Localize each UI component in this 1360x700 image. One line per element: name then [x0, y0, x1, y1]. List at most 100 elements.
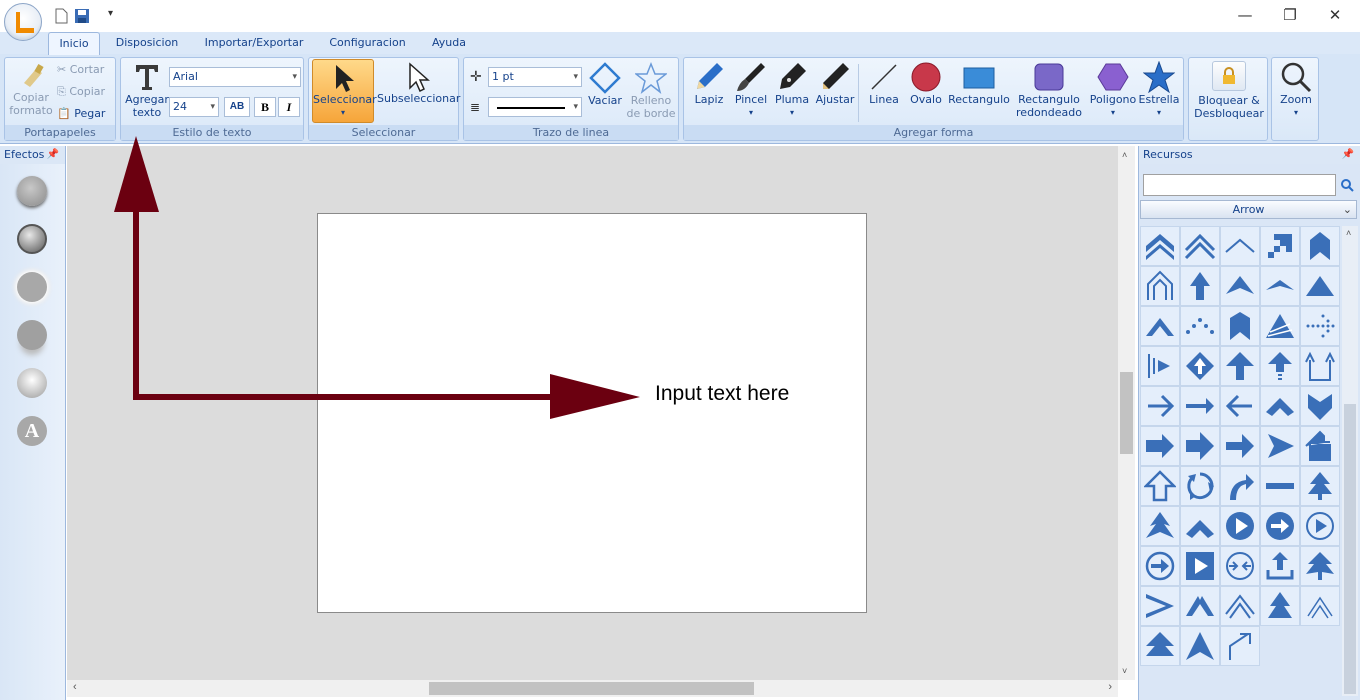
arrow-chevron-bold-icon[interactable] — [1140, 306, 1180, 346]
pen-button[interactable]: Pluma ▾ — [772, 61, 812, 119]
arrow-pine-up-icon[interactable] — [1300, 546, 1340, 586]
resource-category-select[interactable]: Arrow ⌄ — [1140, 200, 1357, 219]
copy-format-button[interactable]: Copiar formato — [7, 61, 55, 117]
app-menu-button[interactable] — [4, 3, 42, 41]
arrow-tree-icon[interactable] — [1140, 506, 1180, 546]
arrow-up-tree-icon[interactable] — [1300, 466, 1340, 506]
rounded-rectangle-button[interactable]: Rectangulo redondeado — [1010, 61, 1088, 119]
arrow-dash-icon[interactable] — [1260, 466, 1300, 506]
oval-button[interactable]: Ovalo — [906, 61, 946, 106]
arrow-chevron-lines-icon[interactable] — [1300, 586, 1340, 626]
arrow-up-notched-icon[interactable] — [1180, 266, 1220, 306]
italic-button[interactable]: I — [278, 97, 300, 117]
tab-configuracion[interactable]: Configuracion — [320, 32, 415, 54]
arrow-house-outline-icon[interactable] — [1140, 266, 1180, 306]
arrow-diamond-up-icon[interactable] — [1180, 346, 1220, 386]
pin-icon[interactable]: 📌 — [1342, 146, 1354, 164]
tab-ayuda[interactable]: Ayuda — [425, 32, 473, 54]
arrow-flat-chevron-icon[interactable] — [1260, 266, 1300, 306]
arrow-layered-up-icon[interactable] — [1140, 626, 1180, 666]
canvas-text[interactable]: Input text here — [655, 382, 789, 406]
bold-button[interactable]: B — [254, 97, 276, 117]
arrow-shield-down-icon[interactable] — [1300, 386, 1340, 426]
arrow-square-play-icon[interactable] — [1180, 546, 1220, 586]
arrow-right-thin-icon[interactable] — [1140, 386, 1180, 426]
arrow-chevron-thin-up-icon[interactable] — [1220, 226, 1260, 266]
arrow-up-bold-icon[interactable] — [1220, 346, 1260, 386]
arrow-right-wide-icon[interactable] — [1180, 426, 1220, 466]
arrow-recycle-icon[interactable] — [1180, 466, 1220, 506]
save-icon[interactable] — [73, 7, 91, 25]
copy-button[interactable]: ⎘ Copiar — [57, 85, 105, 99]
effect-glow[interactable] — [17, 272, 47, 302]
cut-button[interactable]: ✂ Cortar — [57, 63, 104, 76]
resources-search-input[interactable] — [1143, 174, 1336, 196]
arrow-u-turn-outline-icon[interactable] — [1300, 346, 1340, 386]
arrow-greater-than-icon[interactable] — [1140, 586, 1180, 626]
quick-access-dropdown-icon[interactable]: ▾ — [108, 8, 113, 19]
pin-icon[interactable]: 📌 — [47, 146, 59, 164]
zoom-button[interactable]: Zoom ▾ — [1274, 61, 1318, 119]
line-style-select[interactable] — [488, 97, 582, 117]
font-size-select[interactable]: 24 — [169, 97, 219, 117]
arrow-box-up-icon[interactable] — [1300, 426, 1340, 466]
adjust-button[interactable]: Ajustar — [814, 61, 856, 106]
arrow-upload-icon[interactable] — [1260, 546, 1300, 586]
empty-fill-button[interactable]: Vaciar — [586, 62, 624, 107]
effect-gradient[interactable] — [17, 368, 47, 398]
arrow-chevron-thick-icon[interactable] — [1180, 506, 1220, 546]
effect-text[interactable]: A — [17, 416, 47, 446]
arrow-chevron-double-up-icon[interactable] — [1140, 226, 1180, 266]
arrow-right-medium-icon[interactable] — [1220, 426, 1260, 466]
pencil-button[interactable]: Lapiz — [690, 61, 728, 106]
arrow-chevron-round-up-icon[interactable] — [1260, 386, 1300, 426]
arrow-elbow-up-right-icon[interactable] — [1220, 626, 1260, 666]
arrow-double-line-chevron-icon[interactable] — [1220, 586, 1260, 626]
char-spacing-button[interactable]: AB — [224, 97, 250, 117]
arrow-play-right-icon[interactable] — [1260, 426, 1300, 466]
minimize-button[interactable]: — — [1225, 4, 1265, 26]
arrow-striped-right-icon[interactable] — [1140, 346, 1180, 386]
arrow-caret-up-icon[interactable] — [1180, 626, 1220, 666]
arrow-up-outline-icon[interactable] — [1140, 466, 1180, 506]
arrow-triangle-wide-icon[interactable] — [1220, 266, 1260, 306]
arrow-chevron-outline-up-icon[interactable] — [1180, 226, 1220, 266]
arrow-up-dashed-icon[interactable] — [1260, 346, 1300, 386]
resources-scrollbar[interactable]: ˄ — [1342, 226, 1358, 696]
arrow-right-block-icon[interactable] — [1140, 426, 1180, 466]
add-text-button[interactable]: Agregar texto — [123, 61, 171, 119]
new-file-icon[interactable] — [52, 7, 70, 25]
effect-reflection[interactable] — [17, 320, 47, 350]
lock-unlock-button[interactable]: Bloquear & Desbloquear — [1191, 61, 1267, 120]
arrow-fir-up-icon[interactable] — [1260, 586, 1300, 626]
paste-button[interactable]: 📋 Pegar — [57, 107, 105, 120]
arrow-dotted-right-icon[interactable] — [1300, 306, 1340, 346]
select-button[interactable]: Seleccionar ▾ — [312, 59, 377, 123]
arrow-triangle-icon[interactable] — [1300, 266, 1340, 306]
tab-inicio[interactable]: Inicio — [48, 32, 100, 55]
arrow-circle-inward-icon[interactable] — [1220, 546, 1260, 586]
font-family-select[interactable]: Arial — [169, 67, 301, 87]
brush-button[interactable]: Pincel ▾ — [730, 61, 772, 119]
polygon-button[interactable]: Poligono ▾ — [1088, 61, 1138, 119]
maximize-button[interactable]: ❐ — [1270, 4, 1310, 26]
arrow-bent-chevron-icon[interactable] — [1180, 586, 1220, 626]
subselect-button[interactable]: Subseleccionar — [377, 62, 460, 105]
effect-shadow[interactable] — [17, 176, 47, 206]
border-fill-button[interactable]: Relleno de borde — [624, 62, 678, 120]
horizontal-scrollbar[interactable]: ‹ › — [67, 680, 1118, 697]
close-button[interactable]: ✕ — [1315, 4, 1355, 26]
line-width-select[interactable]: 1 pt — [488, 67, 582, 87]
effect-bevel[interactable] — [17, 224, 47, 254]
vertical-scrollbar[interactable]: ˄ ˅ — [1118, 146, 1135, 680]
search-icon[interactable] — [1340, 178, 1354, 192]
arrow-striped-triangle-icon[interactable] — [1260, 306, 1300, 346]
line-button[interactable]: Linea — [864, 61, 904, 106]
arrow-circle-play-icon[interactable] — [1220, 506, 1260, 546]
tab-disposicion[interactable]: Disposicion — [107, 32, 187, 54]
arrow-dotted-chevron-icon[interactable] — [1180, 306, 1220, 346]
tab-importar-exportar[interactable]: Importar/Exportar — [198, 32, 310, 54]
arrow-left-thin-icon[interactable] — [1220, 386, 1260, 426]
arrow-annotation[interactable] — [66, 136, 1116, 440]
arrow-circle-play-outline-icon[interactable] — [1300, 506, 1340, 546]
